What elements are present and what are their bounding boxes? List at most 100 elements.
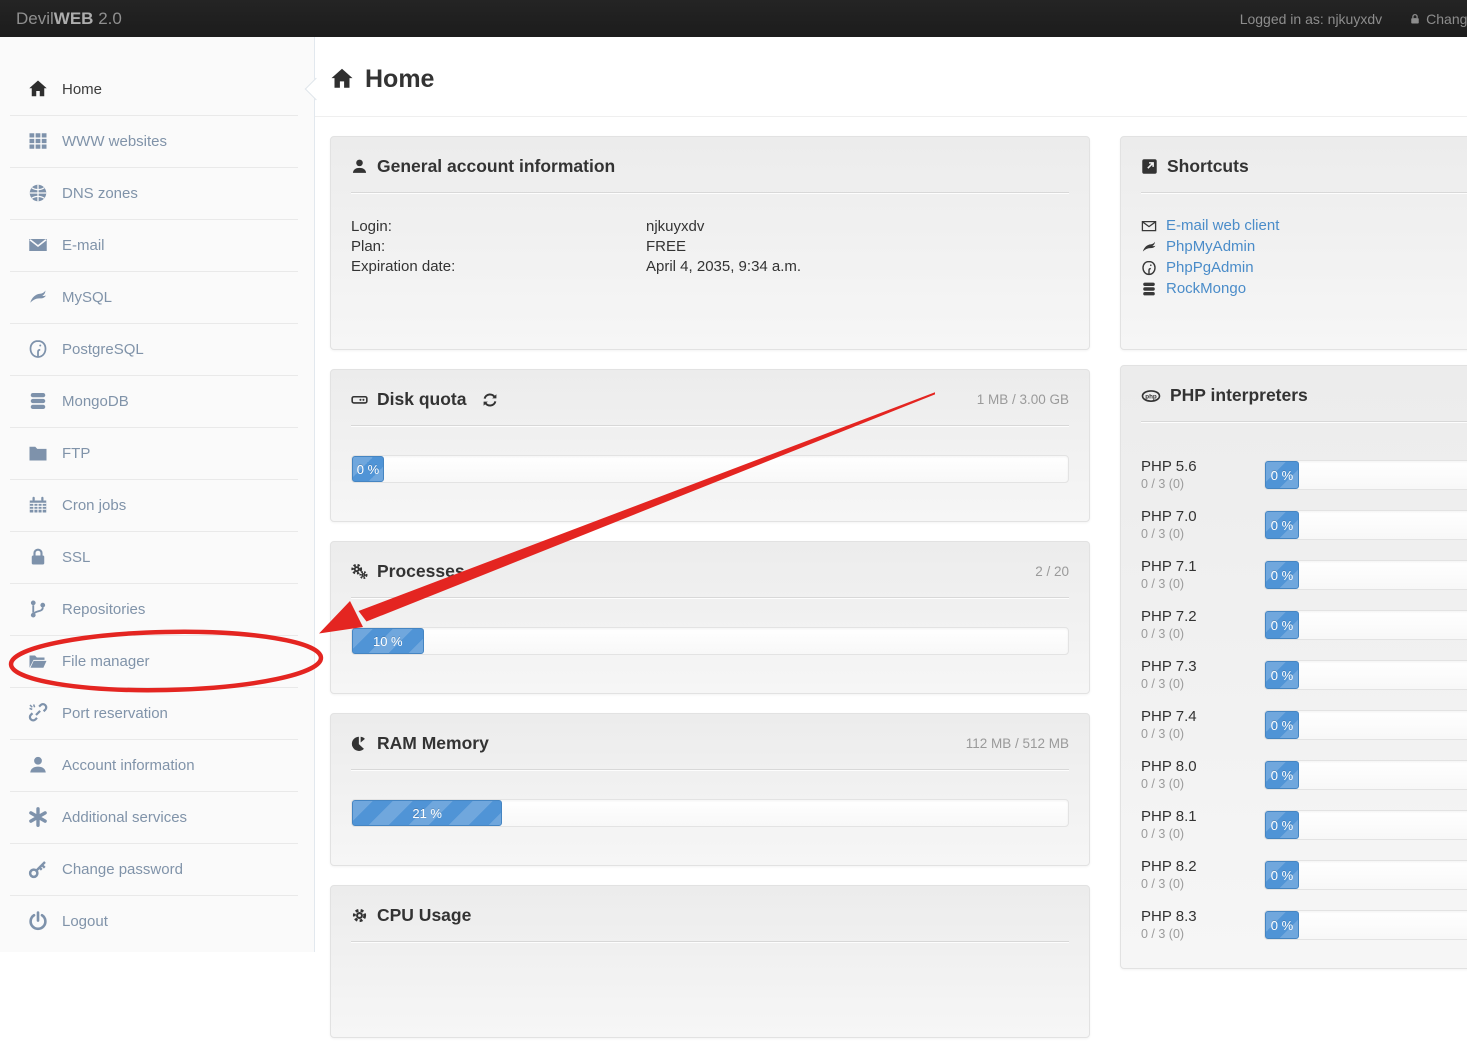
sidebar-item-label: Repositories xyxy=(62,601,145,618)
panel-cpu-usage: CPU Usage xyxy=(330,885,1090,1038)
sidebar-item-file-manager[interactable]: File manager xyxy=(0,635,314,687)
shortcut-phppgadmin: PhpPgAdmin xyxy=(1141,257,1467,278)
asterisk-icon xyxy=(28,807,48,827)
php-process-count: 0 / 3 (0) xyxy=(1141,926,1264,943)
panel-php-interpreters: php PHP interpreters PHP 5.6 0 / 3 (0) xyxy=(1120,365,1467,969)
sidebar-item-mongodb[interactable]: MongoDB xyxy=(0,375,314,427)
php-version-label: PHP 7.4 xyxy=(1141,707,1264,726)
panel-title: PHP interpreters xyxy=(1170,383,1308,408)
account-info-body: Login: njkuyxdv Plan: FREE Expiration da… xyxy=(331,193,1089,277)
brand-logo[interactable]: DevilWEB 2.0 xyxy=(16,9,122,29)
php-process-count: 0 / 3 (0) xyxy=(1141,776,1264,793)
processes-progress-fill: 10 % xyxy=(352,628,424,654)
account-info-row-expiration-date: Expiration date: April 4, 2035, 9:34 a.m… xyxy=(351,257,1069,277)
sidebar-item-label: Account information xyxy=(62,757,195,774)
sidebar-item-additional-services[interactable]: Additional services xyxy=(0,791,314,843)
sidebar-item-dns-zones[interactable]: DNS zones xyxy=(0,167,314,219)
pie-chart-icon xyxy=(351,735,368,752)
shortcut-e-mail-web-client: E-mail web client xyxy=(1141,215,1467,236)
user-icon xyxy=(351,158,368,175)
sidebar-item-mysql[interactable]: MySQL xyxy=(0,271,314,323)
php-interpreter-meta: PHP 7.1 0 / 3 (0) xyxy=(1141,557,1264,593)
panel-body: 21 % xyxy=(331,770,1089,827)
sidebar-item-port-reservation[interactable]: Port reservation xyxy=(0,687,314,739)
change-password-label: Change password xyxy=(1426,11,1467,27)
folder-open-icon xyxy=(28,651,48,671)
php-progress-fill: 0 % xyxy=(1265,711,1299,739)
topbar: DevilWEB 2.0 Logged in as: njkuyxdv Chan… xyxy=(0,0,1467,37)
php-version-label: PHP 7.1 xyxy=(1141,557,1264,576)
php-process-count: 0 / 3 (0) xyxy=(1141,626,1264,643)
panel-header: Shortcuts xyxy=(1121,137,1467,192)
panel-body: 0 % xyxy=(331,426,1089,483)
sidebar-item-www-websites[interactable]: WWW websites xyxy=(0,115,314,167)
envelope-icon xyxy=(28,235,48,255)
php-interpreter-meta: PHP 8.3 0 / 3 (0) xyxy=(1141,907,1264,943)
ram-progress-fill: 21 % xyxy=(352,800,502,826)
database-icon xyxy=(28,391,48,411)
php-version-label: PHP 8.2 xyxy=(1141,857,1264,876)
ram-usage-text: 112 MB / 512 MB xyxy=(966,731,1069,756)
php-progress-fill: 0 % xyxy=(1265,761,1299,789)
php-interpreter-meta: PHP 7.3 0 / 3 (0) xyxy=(1141,657,1264,693)
git-branch-icon xyxy=(28,599,48,619)
php-progressbar: 0 % xyxy=(1264,910,1467,940)
sidebar-item-label: E-mail xyxy=(62,237,105,254)
account-info-row-plan: Plan: FREE xyxy=(351,237,1069,257)
sidebar-item-label: File manager xyxy=(62,653,150,670)
account-info-label: Plan: xyxy=(351,237,646,257)
sidebar-item-label: WWW websites xyxy=(62,133,167,150)
php-progressbar: 0 % xyxy=(1264,860,1467,890)
disk-quota-progressbar: 0 % xyxy=(351,455,1069,483)
sidebar-item-cron-jobs[interactable]: Cron jobs xyxy=(0,479,314,531)
php-interpreters-body: PHP 5.6 0 / 3 (0) 0 % PHP 7.0 0 / 3 (0) xyxy=(1121,422,1467,968)
php-version-label: PHP 8.1 xyxy=(1141,807,1264,826)
php-interpreter-row-php-8-0: PHP 8.0 0 / 3 (0) 0 % xyxy=(1141,750,1467,800)
topbar-change-password-link[interactable]: Change password xyxy=(1409,11,1467,27)
php-interpreter-meta: PHP 7.2 0 / 3 (0) xyxy=(1141,607,1264,643)
shortcut-link[interactable]: PhpMyAdmin xyxy=(1166,236,1255,257)
gears-icon xyxy=(351,563,368,580)
php-interpreter-meta: PHP 8.1 0 / 3 (0) xyxy=(1141,807,1264,843)
sidebar-item-account-information[interactable]: Account information xyxy=(0,739,314,791)
panel-header: RAM Memory 112 MB / 512 MB xyxy=(331,714,1089,769)
shortcut-link[interactable]: RockMongo xyxy=(1166,278,1246,299)
sidebar-menu: Home WWW websites DNS zones E-mail MySQL xyxy=(0,37,314,947)
sidebar-item-home[interactable]: Home xyxy=(0,63,314,115)
panel-shortcuts: Shortcuts E-mail web client PhpMyAdmin xyxy=(1120,136,1467,350)
sidebar-item-repositories[interactable]: Repositories xyxy=(0,583,314,635)
sidebar-item-label: Logout xyxy=(62,913,108,930)
sidebar-item-ftp[interactable]: FTP xyxy=(0,427,314,479)
php-interpreter-row-php-7-1: PHP 7.1 0 / 3 (0) 0 % xyxy=(1141,550,1467,600)
sidebar-item-postgresql[interactable]: PostgreSQL xyxy=(0,323,314,375)
page-header: Home xyxy=(330,37,1467,96)
php-process-count: 0 / 3 (0) xyxy=(1141,676,1264,693)
panel-title: General account information xyxy=(377,154,615,179)
hdd-icon xyxy=(351,391,368,408)
sidebar-item-ssl[interactable]: SSL xyxy=(0,531,314,583)
elephant-icon xyxy=(28,339,48,359)
sidebar-item-logout[interactable]: Logout xyxy=(0,895,314,947)
brand-version: 2.0 xyxy=(98,9,122,28)
php-progress-fill: 0 % xyxy=(1265,811,1299,839)
php-interpreter-row-php-7-0: PHP 7.0 0 / 3 (0) 0 % xyxy=(1141,500,1467,550)
disk-quota-usage-text: 1 MB / 3.00 GB xyxy=(977,387,1069,412)
refresh-icon[interactable] xyxy=(482,392,498,408)
shortcut-link[interactable]: PhpPgAdmin xyxy=(1166,257,1254,278)
php-progress-fill: 0 % xyxy=(1265,461,1299,489)
sidebar-item-label: MongoDB xyxy=(62,393,129,410)
shortcut-link[interactable]: E-mail web client xyxy=(1166,215,1279,236)
sidebar-item-change-password[interactable]: Change password xyxy=(0,843,314,895)
php-process-count: 0 / 3 (0) xyxy=(1141,526,1264,543)
logged-in-text: Logged in as: njkuyxdv xyxy=(1240,11,1382,27)
brand-name: Devil xyxy=(16,9,54,28)
processes-progressbar: 10 % xyxy=(351,627,1069,655)
sidebar-item-label: DNS zones xyxy=(62,185,138,202)
brand-name-bold: WEB xyxy=(54,9,94,28)
php-process-count: 0 / 3 (0) xyxy=(1141,826,1264,843)
sidebar-item-e-mail[interactable]: E-mail xyxy=(0,219,314,271)
dolphin-icon xyxy=(28,287,48,307)
php-interpreter-row-php-7-2: PHP 7.2 0 / 3 (0) 0 % xyxy=(1141,600,1467,650)
sidebar-item-label: Change password xyxy=(62,861,183,878)
sidebar-item-label: SSL xyxy=(62,549,90,566)
